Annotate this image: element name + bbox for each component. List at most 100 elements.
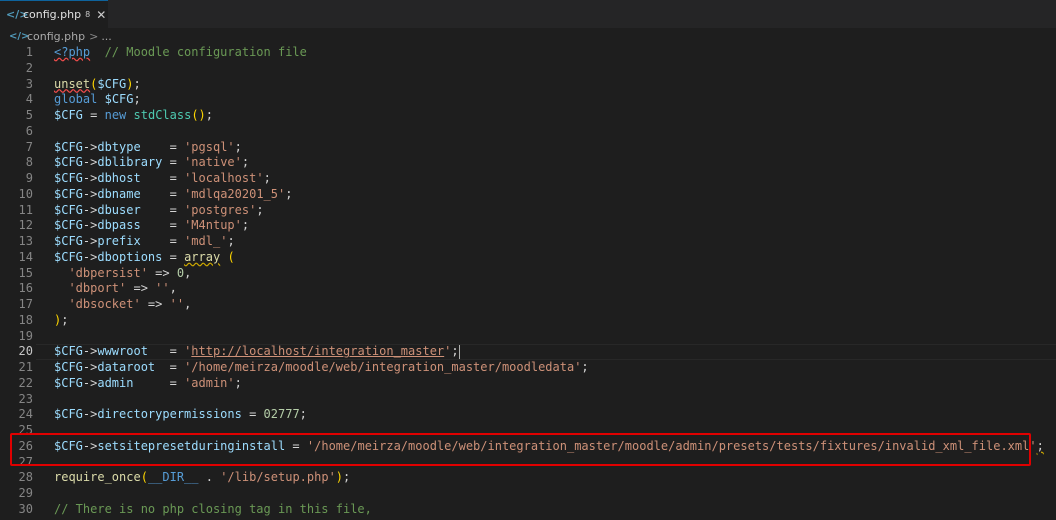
- code-line[interactable]: 9 $CFG->dbhost = 'localhost';: [0, 171, 1056, 187]
- code-line[interactable]: 11 $CFG->dbuser = 'postgres';: [0, 203, 1056, 219]
- code-token: =: [162, 249, 185, 264]
- code-token: 'dbpersist': [68, 265, 148, 280]
- line-number: 4: [25, 92, 33, 107]
- code-token: ;: [256, 202, 264, 217]
- code-line[interactable]: 16 'dbport' => '',: [0, 281, 1056, 297]
- code-token: // There is no php closing tag in this f…: [54, 501, 372, 516]
- breadcrumb-file[interactable]: config.php: [27, 30, 85, 43]
- tab-label: config.php: [23, 8, 82, 21]
- code-token: =>: [126, 281, 156, 296]
- code-text: $CFG->dbtype = 'pgsql';: [54, 140, 242, 156]
- code-text: $CFG->dbuser = 'postgres';: [54, 203, 264, 219]
- code-token: =: [140, 139, 185, 154]
- line-number: 13: [18, 234, 33, 248]
- code-line[interactable]: 23: [0, 392, 1056, 408]
- code-token: ,: [184, 265, 192, 280]
- code-line[interactable]: 13 $CFG->prefix = 'mdl_';: [0, 234, 1056, 250]
- code-token: =>: [147, 265, 177, 280]
- code-token: =: [155, 360, 185, 374]
- code-token: =: [162, 155, 185, 170]
- code-token: ;: [133, 76, 141, 91]
- code-token: =: [133, 375, 185, 390]
- line-number: 21: [18, 360, 33, 374]
- code-token: 'mdl_': [184, 234, 228, 248]
- code-line[interactable]: 10 $CFG->dbname = 'mdlqa20201_5';: [0, 187, 1056, 203]
- code-text: $CFG->dboptions = array (: [54, 250, 235, 266]
- code-token: $CFG: [54, 218, 83, 233]
- code-line[interactable]: 22 $CFG->admin = 'admin';: [0, 376, 1056, 392]
- code-line[interactable]: 17 'dbsocket' => '',: [0, 297, 1056, 313]
- code-token: ;: [299, 407, 307, 422]
- code-line[interactable]: 5 $CFG = new stdClass();: [0, 108, 1056, 124]
- code-line[interactable]: 12 $CFG->dbpass = 'M4ntup';: [0, 218, 1056, 234]
- close-icon[interactable]: ✕: [96, 8, 106, 22]
- line-number: 15: [18, 265, 33, 280]
- code-token: require_once: [54, 470, 141, 485]
- code-token: ;: [241, 155, 250, 170]
- code-line[interactable]: 29: [0, 486, 1056, 502]
- code-token: ;: [234, 139, 242, 154]
- code-text: $CFG->dblibrary = 'native';: [54, 155, 249, 171]
- code-text: $CFG->dbhost = 'localhost';: [54, 171, 271, 187]
- code-token: dbpass: [97, 218, 141, 233]
- code-text: $CFG = new stdClass();: [54, 108, 213, 124]
- code-text: $CFG->dbpass = 'M4ntup';: [54, 218, 249, 234]
- code-line[interactable]: 2: [0, 61, 1056, 77]
- code-line[interactable]: 7 $CFG->dbtype = 'pgsql';: [0, 140, 1056, 156]
- code-token: ;: [241, 218, 250, 233]
- code-line[interactable]: 14 $CFG->dboptions = array (: [0, 250, 1056, 266]
- code-token: ->: [82, 234, 98, 248]
- code-token: 'pgsql': [184, 139, 235, 154]
- code-line[interactable]: 21 $CFG->dataroot = '/home/meirza/moodle/…: [0, 360, 1056, 376]
- code-token: ;: [227, 234, 235, 248]
- code-text: $CFG->admin = 'admin';: [54, 376, 242, 392]
- code-line[interactable]: 19: [0, 329, 1056, 345]
- code-token: 'dbsocket': [68, 297, 141, 311]
- line-number: 23: [18, 391, 33, 406]
- code-token: $CFG: [54, 202, 83, 217]
- tab-modified-indicator: 8: [85, 10, 91, 19]
- code-token: global: [54, 92, 98, 107]
- code-token: 'mdlqa20201_5': [184, 186, 286, 201]
- chevron-right-icon: >: [89, 30, 99, 43]
- line-number: 30: [18, 501, 33, 516]
- code-text: $CFG->wwwroot = 'http://localhost/integr…: [54, 344, 460, 360]
- line-number: 3: [25, 76, 33, 91]
- line-number: 10: [18, 186, 33, 201]
- code-token: ;: [234, 375, 242, 390]
- code-token: 'admin': [184, 375, 235, 390]
- code-line[interactable]: 20 $CFG->wwwroot = 'http://localhost/inte…: [0, 344, 1056, 360]
- code-token: ->: [82, 375, 98, 390]
- line-number: 19: [18, 328, 33, 343]
- code-line[interactable]: 30 // There is no php closing tag in this…: [0, 502, 1056, 518]
- code-token: $CFG: [54, 407, 83, 422]
- code-line[interactable]: 6: [0, 124, 1056, 140]
- code-line[interactable]: 3 unset($CFG);: [0, 77, 1056, 93]
- code-token: ;: [285, 186, 293, 201]
- code-line[interactable]: 28 require_once(__DIR__ . '/lib/setup.php…: [0, 470, 1056, 486]
- code-token: =>: [140, 297, 170, 311]
- code-line[interactable]: 18);: [0, 313, 1056, 329]
- line-number: 2: [25, 60, 33, 75]
- line-number: 8: [25, 155, 33, 170]
- code-line[interactable]: 15 'dbpersist' => 0,: [0, 266, 1056, 282]
- breadcrumb: </> config.php > ...: [0, 28, 1056, 45]
- code-token: ;: [1036, 438, 1044, 453]
- breadcrumb-symbol[interactable]: ...: [101, 30, 112, 43]
- code-line[interactable]: 8 $CFG->dblibrary = 'native';: [0, 155, 1056, 171]
- code-token: '/lib/setup.php': [220, 470, 336, 485]
- line-number: 16: [18, 281, 33, 296]
- code-line[interactable]: 24 $CFG->directorypermissions = 02777;: [0, 407, 1056, 423]
- tab-config-php[interactable]: </> config.php 8 ✕: [0, 0, 108, 28]
- code-line[interactable]: 1 <?php // Moodle configuration file: [0, 45, 1056, 61]
- code-text: unset($CFG);: [54, 77, 141, 93]
- line-number: 18: [18, 312, 33, 327]
- php-file-icon: </>: [6, 8, 29, 21]
- code-token: ;: [205, 108, 213, 122]
- code-text: require_once(__DIR__ . '/lib/setup.php')…: [54, 470, 350, 486]
- code-token: =: [147, 344, 185, 359]
- code-token: $CFG: [54, 139, 83, 154]
- code-text: <?php // Moodle configuration file: [54, 45, 307, 61]
- code-line[interactable]: 4 global $CFG;: [0, 92, 1056, 108]
